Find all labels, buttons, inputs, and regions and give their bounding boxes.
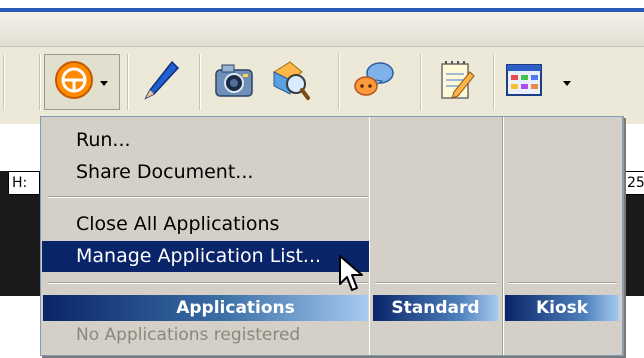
pen-icon[interactable]	[138, 56, 186, 104]
toolbar-separator	[493, 54, 495, 110]
toolbar-separator	[3, 54, 5, 110]
program-icon	[50, 56, 98, 104]
kiosk-header: Kiosk	[505, 295, 619, 321]
menu-item-share-document[interactable]: Share Document...	[42, 157, 369, 188]
window-top-edge	[0, 0, 644, 8]
notepad-icon[interactable]	[432, 56, 480, 104]
menu-item-run[interactable]: Run...	[42, 125, 369, 156]
menu-item-close-all-applications[interactable]: Close All Applications	[42, 209, 369, 240]
toolbar-separator	[338, 54, 340, 110]
menu-separator	[509, 282, 617, 284]
applications-header: Applications	[43, 295, 368, 321]
menu-separator	[48, 196, 368, 198]
chevron-down-icon[interactable]	[100, 81, 108, 86]
toolbar-separator	[199, 54, 201, 110]
mouse-pointer-icon	[338, 254, 364, 298]
toolbar-separator	[39, 54, 41, 110]
toolbar-separator	[420, 54, 422, 110]
camera-icon[interactable]	[210, 56, 258, 104]
window-header	[0, 12, 644, 46]
no-applications-text: No Applications registered	[76, 325, 301, 345]
grid-icon[interactable]	[500, 56, 548, 104]
menu-separator	[375, 282, 497, 284]
background-tab-right: 25	[624, 171, 644, 195]
toolbar-separator	[127, 54, 129, 110]
chat-icon[interactable]	[350, 56, 398, 104]
menu-item-manage-application-list[interactable]: Manage Application List...	[42, 241, 369, 272]
menu-separator	[48, 282, 368, 284]
background-tab-left: H:	[8, 171, 40, 195]
web-search-icon[interactable]	[266, 56, 314, 104]
chevron-down-icon[interactable]	[563, 81, 571, 86]
standard-header: Standard	[373, 295, 498, 321]
